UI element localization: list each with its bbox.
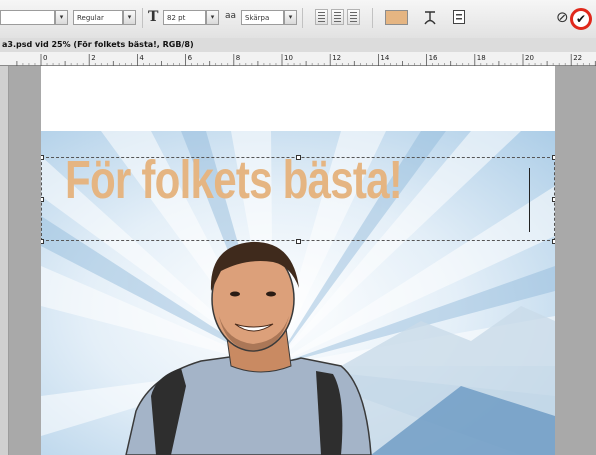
antialias-icon: aa <box>225 11 237 21</box>
ruler-label: 14 <box>380 54 389 62</box>
align-left-button[interactable] <box>315 9 328 25</box>
ruler-label: 20 <box>525 54 534 62</box>
text-cursor <box>529 168 530 232</box>
transform-handle[interactable] <box>552 155 555 160</box>
background-artwork <box>41 131 555 455</box>
commit-button[interactable]: ✔ <box>570 8 592 30</box>
font-family-field[interactable] <box>0 10 55 25</box>
align-center-button[interactable] <box>331 9 344 25</box>
text-color-swatch[interactable] <box>385 10 408 25</box>
ruler-label: 2 <box>91 54 95 62</box>
separator <box>372 8 373 28</box>
align-right-button[interactable] <box>347 9 360 25</box>
checkmark-icon: ✔ <box>575 12 587 26</box>
ruler-label: 10 <box>284 54 293 62</box>
options-bar: ▾ Regular ▾ T 82 pt ▾ aa Skärpa ▾ ⊘ ✔ <box>0 0 596 39</box>
cancel-icon[interactable]: ⊘ <box>556 10 569 25</box>
ruler-label: 12 <box>332 54 341 62</box>
ruler-ticks: 0 2 4 6 8 10 12 14 16 18 20 22 <box>16 54 596 66</box>
vertical-ruler <box>0 66 9 455</box>
transform-handle[interactable] <box>552 197 555 202</box>
font-size-dropdown[interactable]: ▾ <box>206 10 219 25</box>
text-bounding-box[interactable] <box>41 157 555 241</box>
ruler-label: 6 <box>188 54 193 62</box>
transform-handle[interactable] <box>41 197 44 202</box>
document-canvas[interactable]: För folkets bästa! <box>41 66 555 455</box>
ruler-label: 22 <box>573 54 582 62</box>
character-panel-icon[interactable] <box>452 9 467 26</box>
font-style-dropdown[interactable]: ▾ <box>123 10 136 25</box>
font-size-field[interactable]: 82 pt <box>163 10 206 25</box>
ruler-label: 4 <box>139 54 144 62</box>
ruler-label: 0 <box>43 54 47 62</box>
transform-handle[interactable] <box>41 155 44 160</box>
transform-handle[interactable] <box>296 239 301 244</box>
separator <box>302 8 303 28</box>
warp-text-icon[interactable] <box>422 9 438 27</box>
antialias-field[interactable]: Skärpa <box>241 10 284 25</box>
transform-handle[interactable] <box>41 239 44 244</box>
ruler-label: 8 <box>236 54 240 62</box>
antialias-dropdown[interactable]: ▾ <box>284 10 297 25</box>
font-style-field[interactable]: Regular <box>73 10 123 25</box>
ruler-label: 18 <box>477 54 486 62</box>
font-family-dropdown[interactable]: ▾ <box>55 10 68 25</box>
document-title: a3.psd vid 25% (För folkets bästa!, RGB/… <box>0 38 596 52</box>
ruler-label: 16 <box>429 54 438 62</box>
font-size-icon: T <box>148 9 159 25</box>
horizontal-ruler: 0 2 4 6 8 10 12 14 16 18 20 22 <box>0 52 596 66</box>
separator <box>142 8 143 28</box>
transform-handle[interactable] <box>552 239 555 244</box>
transform-handle[interactable] <box>296 155 301 160</box>
